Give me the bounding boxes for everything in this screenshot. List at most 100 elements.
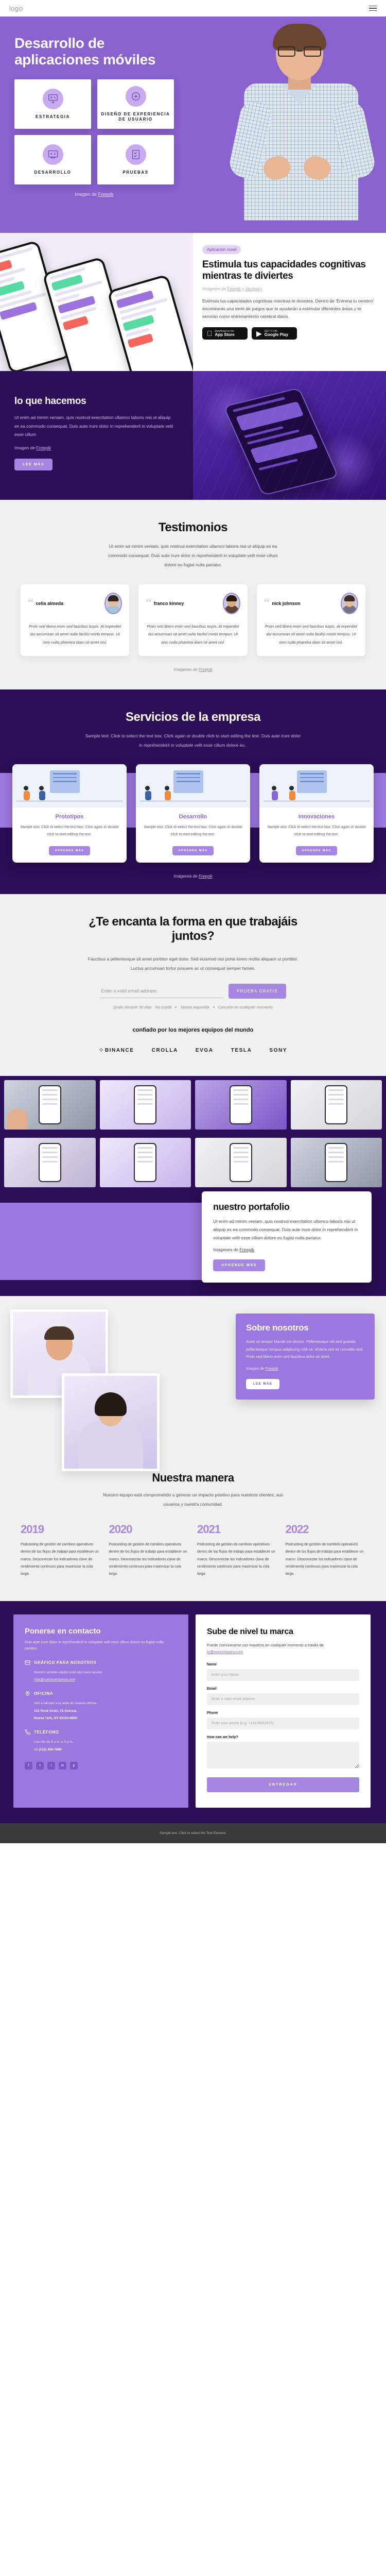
twitter-icon[interactable]: t <box>36 1761 44 1770</box>
testimonial-card: “celia almeda Proin sed libero enim sed … <box>21 584 130 656</box>
what-we-do-section: lo que hacemos Ut enim ad minim veniam, … <box>0 371 386 500</box>
testimonials-subtitle: Ut enim ad minim veniam, quis nostrud ex… <box>108 544 278 567</box>
freepik-link[interactable]: Freepik <box>98 192 114 197</box>
freepik-link[interactable]: Freepik <box>266 1366 278 1371</box>
fineprint-item: Cancelar en cualquier momento <box>218 1005 273 1010</box>
form-email-link[interactable]: hi@ourcompany.com <box>207 1649 243 1654</box>
message-field[interactable] <box>207 1741 359 1769</box>
fineprint-item: Tarjeta requerida <box>180 1005 209 1010</box>
cta-email-input[interactable] <box>100 984 224 999</box>
portfolio-section: nuestro portafolio Ut enim ad minim veni… <box>0 1191 386 1297</box>
facebook-icon[interactable]: f <box>25 1761 32 1770</box>
hero-card-grid: ESTRATEGIA DISEÑO DE EXPERIENCIA DE USUA… <box>14 79 174 185</box>
app-body: Estimula tus capacidades cognitivas mien… <box>202 298 374 319</box>
app-copy: Aplicación movil Estimula tus capacidade… <box>193 233 386 371</box>
hamburger-menu-icon[interactable] <box>369 5 377 11</box>
google-play-icon: ▶ <box>256 329 262 338</box>
portfolio-credit: Imágenes de Freepik <box>213 1247 360 1252</box>
freepik-link[interactable]: Freepik <box>199 874 213 879</box>
hero-card-label: DISEÑO DE EXPERIENCIA DE USUARIO <box>101 111 170 122</box>
about-credit: Imagen de Freepik <box>246 1366 364 1371</box>
hero-card-label: ESTRATEGIA <box>36 114 70 120</box>
app-phones-artwork <box>0 233 193 371</box>
gallery-image <box>290 1080 382 1130</box>
about-body: Amet sit tempor blandit est dictum. Pell… <box>246 1339 363 1359</box>
freepik-link[interactable]: Freepik <box>240 1247 254 1252</box>
testing-checklist-icon <box>125 144 146 165</box>
contact-office-text: Ven a saludar a la sede de nuestra ofici… <box>34 1702 97 1706</box>
service-illustration <box>259 764 374 808</box>
learn-more-button[interactable]: APRENDE MÁS <box>213 1259 266 1272</box>
learn-more-button[interactable]: APRENDE MÁS <box>295 846 338 855</box>
what-we-do-credit: Imagen de Freepik <box>14 445 176 450</box>
fineprint-item: No Credit <box>155 1005 172 1010</box>
site-logo[interactable]: logo <box>9 5 23 12</box>
bullet-separator-icon <box>175 1006 177 1008</box>
cta-subtitle: Faucibus a pellentesque sit amet porttit… <box>87 956 299 971</box>
google-play-small: GET IT ON <box>264 329 277 333</box>
cta-title: ¿Te encanta la forma en que trabajáis ju… <box>89 914 297 944</box>
read-more-button[interactable]: LEE MÁS <box>246 1379 280 1390</box>
testimonial-card: “franco kinney Proin sed libero enim sed… <box>138 584 248 656</box>
contact-email-value[interactable]: hola@nuestraempresa.com <box>34 1678 75 1681</box>
logo-label: BINANCE <box>104 1048 134 1054</box>
services-credit: Imágenes de Freepik <box>0 874 386 879</box>
instagram-icon[interactable]: i <box>47 1761 55 1770</box>
testimonial-name: celia almeda <box>36 600 64 606</box>
contact-email-text: Nuestro amable equipo está aquí para ayu… <box>34 1670 103 1674</box>
timeline-text: Podcasting de gestión de cambios operati… <box>21 1542 99 1576</box>
service-card-title: Desarrollo <box>179 814 207 820</box>
timeline-year: 2020 <box>109 1522 133 1536</box>
service-illustration <box>12 764 127 808</box>
pinterest-icon[interactable]: p <box>70 1761 78 1770</box>
free-trial-button[interactable]: PRUEBA GRATIS <box>229 984 286 999</box>
learn-more-button[interactable]: APRENDE MÁS <box>48 846 91 855</box>
app-store-button[interactable]:  Download on theApp Store <box>202 327 248 340</box>
google-play-button[interactable]: ▶ GET IT ON Google Play <box>252 327 297 340</box>
hero-card-ux[interactable]: DISEÑO DE EXPERIENCIA DE USUARIO <box>97 79 174 129</box>
submit-button[interactable]: ENTREGAR <box>207 1777 359 1792</box>
phone-field[interactable] <box>207 1717 359 1729</box>
service-card-text: Sample text. Click to select the text bo… <box>20 826 119 837</box>
contact-phone-value[interactable]: +1 (123) 456-7890 <box>34 1746 177 1754</box>
our-way-title: Nuestra manera <box>152 1471 234 1485</box>
timeline-year: 2022 <box>285 1522 309 1536</box>
logo-sony: SONY <box>269 1048 288 1054</box>
about-section: Sobre nosotros Amet sit tempor blandit e… <box>0 1296 386 1472</box>
code-monitor-icon <box>42 144 63 165</box>
linkedin-icon[interactable]: in <box>59 1761 66 1770</box>
quote-icon: “ <box>28 595 34 611</box>
freepik-link[interactable]: Freepik <box>227 287 241 291</box>
store-buttons:  Download on theApp Store ▶ GET IT ONGo… <box>202 327 376 340</box>
app-credit-middle: y <box>241 286 245 291</box>
name-field[interactable] <box>207 1669 359 1681</box>
service-illustration <box>136 764 250 808</box>
email-field[interactable] <box>207 1693 359 1705</box>
what-we-do-body: Ut enim ad minim veniam, quis nostrud ex… <box>14 415 173 437</box>
about-title: Sobre nosotros <box>246 1323 309 1333</box>
contact-office-block: OFICINA Ven a saludar a la sede de nuest… <box>25 1691 177 1722</box>
freepik-link[interactable]: Freepik <box>37 445 51 450</box>
what-we-do-title: lo que hacemos <box>14 396 86 407</box>
app-title: Estimula tus capacidades cognitivas mien… <box>202 259 366 282</box>
learn-more-button[interactable]: APRENDE MÁS <box>172 846 214 855</box>
testimonial-quote: Proin sed libero enim sed faucibus turpi… <box>265 624 357 645</box>
portfolio-accent-band <box>0 1203 208 1281</box>
hero-card-desarrollo[interactable]: DESARROLLO <box>14 135 91 185</box>
form-title: Sube de nivel tu marca <box>207 1627 293 1636</box>
ux-design-icon <box>125 86 146 107</box>
gallery-image <box>4 1080 96 1130</box>
freepik-link[interactable]: Freepik <box>199 667 213 672</box>
portfolio-title: nuestro portafolio <box>213 1202 290 1213</box>
quote-icon: “ <box>264 595 270 611</box>
hero-card-estrategia[interactable]: ESTRATEGIA <box>14 79 91 129</box>
vecteezy-link[interactable]: Vecteezy <box>245 287 262 291</box>
hero-card-pruebas[interactable]: PRUEBAS <box>97 135 174 185</box>
testimonial-card: “nick johnson Proin sed libero enim sed … <box>256 584 365 656</box>
testimonial-quote: Proin sed libero enim sed faucibus turpi… <box>147 624 239 645</box>
footer-text: Sample text. Click to select the Text El… <box>160 1831 226 1835</box>
gallery-row <box>0 1134 386 1191</box>
client-logo-row: BINANCE CROLLA EVGA TESLA SONY <box>0 1048 386 1063</box>
read-more-button[interactable]: LEE MÁS <box>14 458 53 470</box>
services-title: Servicios de la empresa <box>126 710 261 724</box>
